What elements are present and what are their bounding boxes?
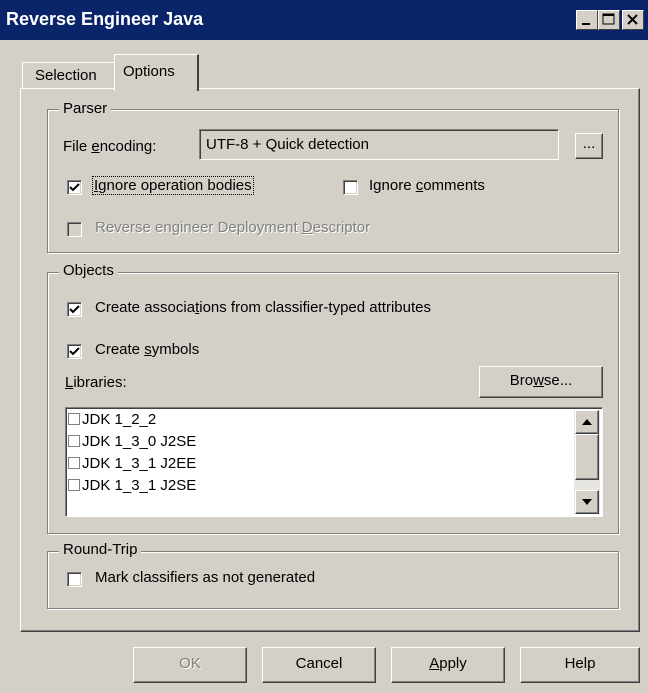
ignore-comments-checkbox[interactable] <box>343 180 358 195</box>
checkmark-icon <box>69 183 80 192</box>
list-item[interactable]: JDK 1_2_2 <box>68 411 156 433</box>
roundtrip-legend: Round-Trip <box>59 541 142 558</box>
scroll-thumb[interactable] <box>575 434 599 480</box>
objects-legend: Objects <box>59 262 118 279</box>
window-controls <box>576 10 644 30</box>
list-item-label: JDK 1_3_0 J2SE <box>82 433 197 450</box>
tab-selection[interactable]: Selection <box>22 62 116 89</box>
ignore-operation-bodies-checkbox[interactable] <box>67 180 82 195</box>
tab-options[interactable]: Options <box>114 54 199 91</box>
reverse-engineer-java-dialog: Reverse Engineer Java Selection Options … <box>0 0 648 693</box>
create-associations-checkbox[interactable] <box>67 302 82 317</box>
list-item-label: JDK 1_2_2 <box>82 411 157 428</box>
ok-button: OK <box>133 647 247 683</box>
list-item-label: JDK 1_3_1 J2EE <box>82 455 197 472</box>
parser-legend: Parser <box>59 100 112 117</box>
minimize-icon <box>582 23 590 25</box>
maximize-icon <box>602 13 615 25</box>
mark-not-generated-label[interactable]: Mark classifiers as not generated <box>95 569 315 586</box>
maximize-button[interactable] <box>598 10 620 30</box>
list-item-checkbox[interactable] <box>68 479 80 491</box>
window-title: Reverse Engineer Java <box>6 9 204 29</box>
scroll-up-button[interactable] <box>575 410 599 434</box>
list-item[interactable]: JDK 1_3_1 J2SE <box>68 477 196 499</box>
options-panel: Parser File encoding: UTF-8 + Quick dete… <box>20 88 640 632</box>
file-encoding-field[interactable]: UTF-8 + Quick detection <box>199 129 559 160</box>
libraries-listbox[interactable]: JDK 1_2_2 JDK 1_3_0 J2SE JDK 1_3_1 J2EE … <box>65 407 603 517</box>
apply-button[interactable]: Apply <box>391 647 505 683</box>
minimize-button[interactable] <box>576 10 598 30</box>
scroll-down-button[interactable] <box>575 490 599 514</box>
mark-not-generated-checkbox[interactable] <box>67 572 82 587</box>
close-button[interactable] <box>622 10 644 30</box>
ignore-comments-label[interactable]: Ignore comments <box>369 177 485 194</box>
ok-label: OK <box>179 655 201 672</box>
list-item-checkbox[interactable] <box>68 457 80 469</box>
apply-label: Apply <box>429 655 467 672</box>
cancel-label: Cancel <box>295 655 343 672</box>
tab-selection-label: Selection <box>35 67 97 84</box>
file-encoding-browse-button[interactable]: ... <box>575 133 603 159</box>
browse-libraries-label: Browse... <box>509 372 573 389</box>
browse-libraries-button[interactable]: Browse... <box>479 366 603 398</box>
file-encoding-value: UTF-8 + Quick detection <box>206 136 369 153</box>
libraries-label: Libraries: <box>65 374 127 391</box>
help-label: Help <box>564 655 596 672</box>
close-icon <box>627 14 638 25</box>
list-item-label: JDK 1_3_1 J2SE <box>82 477 197 494</box>
list-item-checkbox[interactable] <box>68 435 80 447</box>
deployment-descriptor-label: Reverse engineer Deployment Descriptor <box>95 219 371 236</box>
list-item[interactable]: JDK 1_3_0 J2SE <box>68 433 196 455</box>
create-symbols-checkbox[interactable] <box>67 344 82 359</box>
list-item[interactable]: JDK 1_3_1 J2EE <box>68 455 196 477</box>
libraries-scrollbar[interactable] <box>574 410 600 514</box>
deployment-descriptor-checkbox <box>67 222 82 237</box>
checkmark-icon <box>69 305 80 314</box>
help-button[interactable]: Help <box>520 647 640 683</box>
arrow-up-icon <box>582 419 592 425</box>
ignore-operation-bodies-label[interactable]: Ignore operation bodies <box>92 176 254 195</box>
file-encoding-browse-label: ... <box>582 135 596 152</box>
list-item-checkbox[interactable] <box>68 413 80 425</box>
arrow-down-icon <box>582 499 592 505</box>
title-bar[interactable]: Reverse Engineer Java <box>0 0 648 40</box>
tab-options-label: Options <box>123 63 175 80</box>
cancel-button[interactable]: Cancel <box>262 647 376 683</box>
create-symbols-label[interactable]: Create symbols <box>95 341 199 358</box>
file-encoding-label: File encoding: <box>63 138 157 155</box>
checkmark-icon <box>69 347 80 356</box>
create-associations-label[interactable]: Create associations from classifier-type… <box>95 299 431 316</box>
